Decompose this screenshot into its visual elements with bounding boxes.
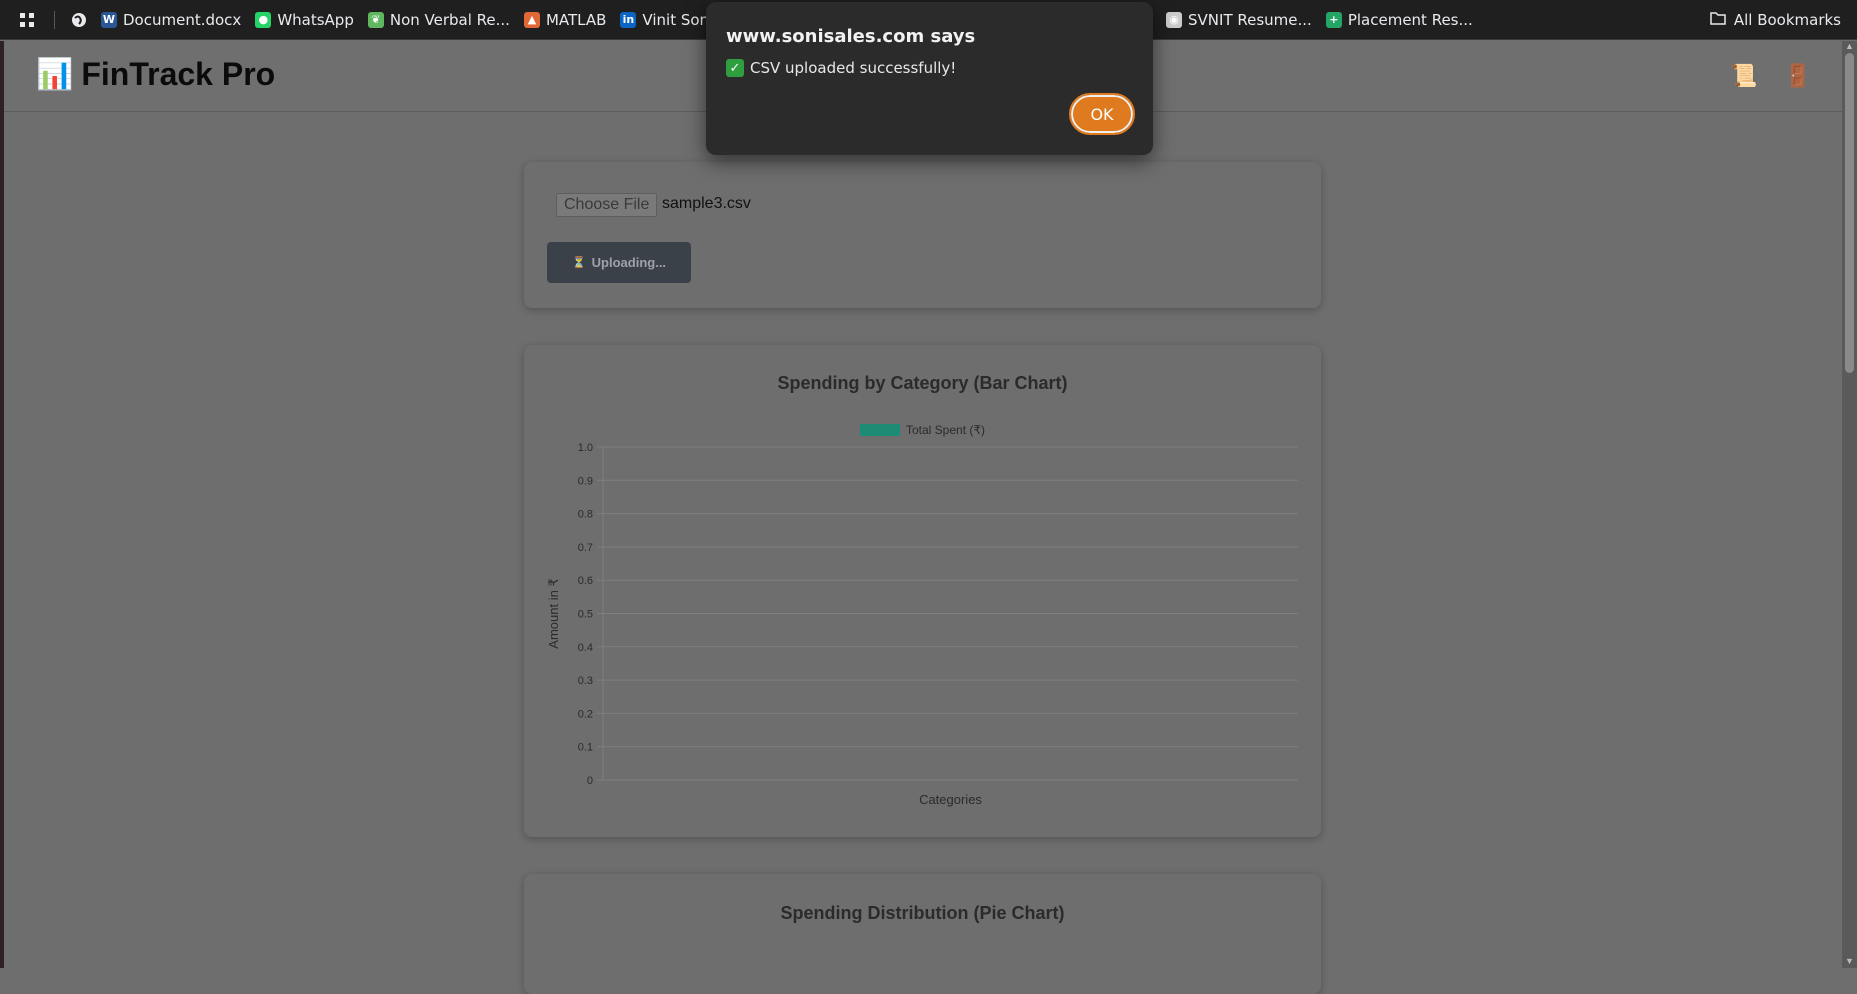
upload-card: Choose File sample3.csv ⏳ Uploading... bbox=[524, 162, 1321, 308]
y-tick-label: 0.4 bbox=[578, 642, 593, 654]
y-tick-label: 1.0 bbox=[578, 442, 593, 454]
folder-icon bbox=[1710, 11, 1726, 29]
bookmark-label: MATLAB bbox=[545, 10, 607, 29]
all-bookmarks-button[interactable]: All Bookmarks bbox=[1710, 0, 1841, 40]
alert-dialog: www.sonisales.com says ✓ CSV uploaded su… bbox=[706, 2, 1153, 155]
bookmark-label: SVNIT Resume... bbox=[1188, 10, 1312, 29]
leaf-icon: ❦ bbox=[367, 11, 384, 28]
y-tick-label: 0.8 bbox=[578, 509, 593, 521]
y-tick-label: 0.6 bbox=[578, 575, 593, 587]
logout-door-icon[interactable]: 🚪 bbox=[1784, 63, 1811, 89]
y-tick-label: 0.9 bbox=[578, 475, 593, 487]
page-scrollbar[interactable]: ▲ ▼ bbox=[1842, 41, 1857, 968]
app-logo[interactable]: 📊 FinTrack Pro bbox=[36, 56, 275, 93]
bookmark-item[interactable]: ▲ MATLAB bbox=[523, 10, 607, 29]
apps-grid-icon[interactable] bbox=[20, 12, 34, 27]
separator bbox=[54, 10, 55, 29]
scroll-down-arrow-icon[interactable]: ▼ bbox=[1842, 956, 1857, 968]
bookmark-item[interactable]: W Document.docx bbox=[101, 11, 241, 29]
y-tick-label: 0.5 bbox=[578, 609, 593, 621]
word-icon: W bbox=[101, 11, 117, 28]
bookmark-label: Document.docx bbox=[123, 10, 242, 29]
globe-icon[interactable] bbox=[71, 12, 87, 28]
y-axis-label: Amount in ₹ bbox=[546, 578, 561, 648]
history-scroll-icon[interactable]: 📜 bbox=[1730, 63, 1757, 89]
scrollbar-thumb[interactable] bbox=[1845, 53, 1854, 373]
selected-file-name: sample3.csv bbox=[662, 195, 751, 212]
all-bookmarks-label: All Bookmarks bbox=[1733, 11, 1841, 29]
bookmark-label: WhatsApp bbox=[277, 10, 354, 29]
matlab-icon: ▲ bbox=[523, 11, 540, 28]
bookmark-item[interactable]: ❦ Non Verbal Re... bbox=[367, 10, 510, 29]
app-title: FinTrack Pro bbox=[81, 56, 276, 92]
svnit-icon: ◉ bbox=[1166, 11, 1183, 28]
bar-chart-card: Spending by Category (Bar Chart) Total S… bbox=[524, 345, 1321, 837]
pie-chart-title: Spending Distribution (Pie Chart) bbox=[780, 903, 1065, 923]
y-tick-label: 0.1 bbox=[578, 742, 593, 754]
legend-label: Total Spent (₹) bbox=[906, 423, 985, 437]
sheets-icon: + bbox=[1325, 11, 1342, 28]
upload-button[interactable]: ⏳ Uploading... bbox=[547, 242, 691, 283]
window-edge bbox=[0, 41, 4, 968]
dialog-title: www.sonisales.com says bbox=[726, 26, 976, 47]
legend-swatch bbox=[860, 424, 900, 436]
scroll-up-arrow-icon[interactable]: ▲ bbox=[1842, 41, 1857, 53]
ok-button[interactable]: OK bbox=[1069, 93, 1135, 135]
linkedin-icon: in bbox=[620, 11, 637, 28]
hourglass-icon: ⏳ bbox=[571, 257, 586, 269]
y-tick-label: 0.2 bbox=[578, 708, 593, 720]
bookmark-item[interactable]: ◉ SVNIT Resume... bbox=[1166, 11, 1312, 29]
x-axis-label: Categories bbox=[919, 792, 982, 807]
choose-file-button[interactable]: Choose File bbox=[556, 193, 658, 217]
check-mark-icon: ✓ bbox=[726, 59, 744, 77]
whatsapp-icon: ● bbox=[255, 11, 272, 28]
y-tick-label: 0.3 bbox=[578, 675, 593, 687]
y-tick-label: 0.7 bbox=[578, 542, 593, 554]
upload-button-label: Uploading... bbox=[591, 255, 667, 270]
bookmark-label: Non Verbal Re... bbox=[389, 10, 510, 29]
pie-chart-card: Spending Distribution (Pie Chart) bbox=[524, 874, 1321, 994]
y-tick-label: 0 bbox=[587, 775, 593, 787]
bar-chart: Total Spent (₹) 0 0.1 0.2 0.3 0.4 0.5 0.6 0.7 0.8… bbox=[546, 423, 1298, 807]
dialog-message-row: ✓ CSV uploaded successfully! bbox=[726, 59, 956, 77]
bookmark-item[interactable]: + Placement Res... bbox=[1325, 10, 1473, 29]
dialog-message: CSV uploaded successfully! bbox=[750, 59, 957, 77]
bookmark-label: Placement Res... bbox=[1347, 10, 1473, 29]
bar-chart-icon: 📊 bbox=[36, 58, 74, 91]
bookmark-item[interactable]: ● WhatsApp bbox=[255, 11, 354, 29]
